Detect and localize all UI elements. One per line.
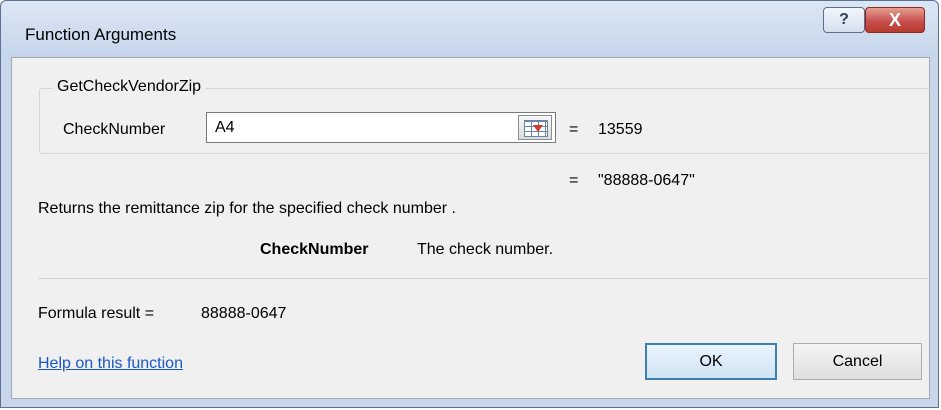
return-preview-value: "88888-0647"	[598, 172, 695, 189]
help-icon: ?	[839, 11, 849, 28]
title-bar[interactable]: Function Arguments ? X	[1, 1, 938, 57]
dialog-title: Function Arguments	[25, 25, 177, 44]
formula-result-label: Formula result =	[38, 305, 155, 322]
dialog-body: GetCheckVendorZip CheckNumber = 13559 = …	[11, 57, 932, 399]
help-button[interactable]: ?	[823, 7, 865, 33]
close-button[interactable]: X	[865, 7, 925, 33]
argument-equals: =	[569, 121, 579, 138]
function-name: GetCheckVendorZip	[53, 78, 206, 96]
return-equals: =	[569, 172, 579, 189]
divider	[38, 278, 931, 279]
cancel-button[interactable]: Cancel	[793, 343, 922, 380]
argument-evaluated-value: 13559	[598, 121, 643, 138]
argument-help-name: CheckNumber	[260, 241, 369, 258]
function-arguments-dialog: Function Arguments ? X GetCheckVendorZip…	[0, 0, 939, 408]
checknumber-input[interactable]	[206, 112, 556, 143]
argument-label: CheckNumber	[63, 121, 166, 138]
argument-help-text: The check number.	[417, 241, 554, 258]
formula-result-value: 88888-0647	[201, 305, 287, 322]
collapse-arrow-icon	[533, 125, 543, 132]
ok-button[interactable]: OK	[645, 343, 777, 380]
function-description: Returns the remittance zip for the speci…	[38, 200, 456, 217]
help-on-function-link[interactable]: Help on this function	[38, 355, 183, 373]
close-icon: X	[888, 9, 901, 30]
collapse-dialog-button[interactable]	[518, 115, 552, 140]
